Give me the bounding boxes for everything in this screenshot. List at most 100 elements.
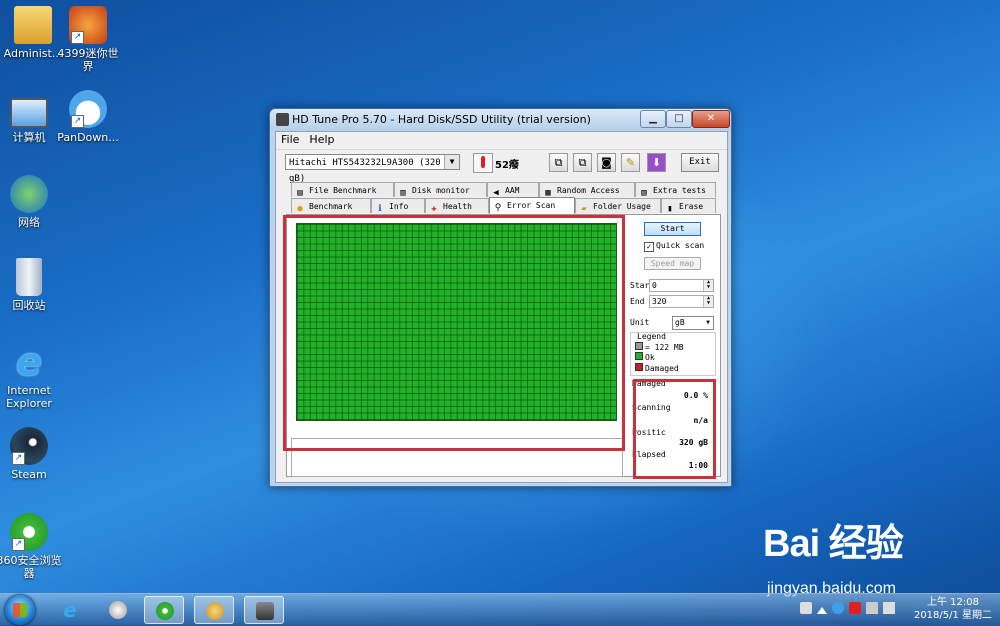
legend-title: Legend <box>637 332 666 341</box>
options-button[interactable]: ✎ <box>621 153 640 172</box>
recycle-bin-icon <box>16 258 42 296</box>
tab-erase[interactable]: ▮ Erase <box>661 198 716 213</box>
desktop-icon-recycle-bin[interactable]: 回收站 <box>0 258 62 312</box>
file-benchmark-icon: ▤ <box>297 188 303 197</box>
tab-info[interactable]: ℹ Info <box>371 198 425 213</box>
desktop-icon-network[interactable]: 网络 <box>0 175 62 229</box>
start-field[interactable]: 0 ▲ ▼ <box>649 279 714 292</box>
tray-360-icon[interactable] <box>849 602 861 614</box>
tab-benchmark[interactable]: ● Benchmark <box>291 198 371 213</box>
unit-select-value: gB <box>675 318 685 327</box>
menu-bar: File Help <box>276 132 727 150</box>
taskbar-360-browser[interactable] <box>144 596 184 624</box>
desktop-icon-pandownload[interactable]: ↗ PanDown... <box>55 90 121 144</box>
desktop-icon-label: 回收站 <box>12 299 46 312</box>
tab-file-benchmark[interactable]: ▤ File Benchmark <box>291 182 394 197</box>
thermometer-icon <box>473 153 493 173</box>
taskbar-clock[interactable]: 上午 12:08 2018/5/1 星期二 <box>912 596 994 622</box>
app-icon <box>276 113 289 126</box>
copy-icon: ⧉ <box>554 156 563 169</box>
magnifier-icon: ⚲ <box>494 203 502 213</box>
copy-info-button[interactable]: ⧉ <box>549 153 568 172</box>
menu-help[interactable]: Help <box>304 132 339 147</box>
taskbar-media[interactable] <box>98 596 138 624</box>
wrench-icon: ✎ <box>625 156 636 169</box>
desktop-icon-label: 4399迷你世界 <box>57 47 119 73</box>
extra-tests-icon: ▧ <box>641 188 647 197</box>
info-icon: ℹ <box>378 204 382 213</box>
legend-row-ok: Ok <box>635 352 655 362</box>
menu-file[interactable]: File <box>276 132 304 147</box>
desktop-icon-label: 网络 <box>18 216 40 229</box>
tab-folder-usage[interactable]: ▰ Folder Usage <box>575 198 661 213</box>
tab-extra-tests[interactable]: ▧ Extra tests <box>635 182 716 197</box>
hd-tune-window[interactable]: HD Tune Pro 5.70 - Hard Disk/SSD Utility… <box>269 108 732 487</box>
tab-error-scan[interactable]: ⚲ Error Scan <box>489 197 575 214</box>
spinner-icon[interactable]: ▲ ▼ <box>703 296 713 307</box>
position-label: Positic <box>632 428 666 437</box>
health-icon: ✚ <box>431 204 437 213</box>
desktop-icon-internet-explorer[interactable]: e Internet Explorer <box>0 343 62 410</box>
error-scan-panel: Start ✓ Quick scan Speed map Star 0 ▲ ▼ End… <box>286 214 721 477</box>
drive-select[interactable]: Hitachi HTS543232L9A300 (320 gB) ▼ <box>285 154 460 184</box>
taskbar-paint[interactable] <box>194 596 234 624</box>
tab-health[interactable]: ✚ Health <box>425 198 489 213</box>
spinner-icon[interactable]: ▲ ▼ <box>703 280 713 291</box>
speed-map-button[interactable]: Speed map <box>644 257 701 270</box>
minimize-button[interactable]: ▁ <box>640 110 666 128</box>
temperature-readout: 52癈 <box>495 160 519 171</box>
chevron-down-icon: ▼ <box>444 155 459 169</box>
screenshot-button[interactable]: ◙ <box>597 153 616 172</box>
taskbar-hd-tune[interactable] <box>244 596 284 624</box>
quick-scan-checkbox[interactable]: ✓ Quick scan <box>644 241 704 252</box>
exit-button[interactable]: Exit <box>681 153 719 172</box>
desktop-icon-steam[interactable]: ↗ Steam <box>0 427 62 481</box>
desktop-icon-4399[interactable]: ↗ 4399迷你世界 <box>55 6 121 73</box>
media-player-icon <box>109 601 127 619</box>
trash-icon: ▮ <box>667 204 673 213</box>
tab-disk-monitor[interactable]: ▥ Disk monitor <box>394 182 487 197</box>
ie-icon: e <box>63 598 77 622</box>
desktop-icon-label: 计算机 <box>12 131 46 144</box>
checkbox-check-icon: ✓ <box>644 242 654 252</box>
clock-date: 2018/5/1 星期二 <box>913 610 993 621</box>
maximize-button[interactable]: □ <box>666 110 692 128</box>
tab-aam[interactable]: ◀ AAM <box>487 182 539 197</box>
scanning-label: Scanning <box>632 403 671 412</box>
legend-row-damaged: Damaged <box>635 363 679 373</box>
close-button[interactable]: ✕ <box>692 110 730 128</box>
tray-expand-icon[interactable] <box>817 607 827 614</box>
keyboard-icon[interactable] <box>800 602 812 614</box>
clock-time: 上午 12:08 <box>927 597 979 608</box>
download-arrow-icon: ⬇ <box>651 156 662 169</box>
benchmark-icon: ● <box>297 204 303 213</box>
chevron-down-icon: ▼ <box>706 319 710 326</box>
damaged-label: Damaged <box>632 379 666 388</box>
start-button[interactable]: Start <box>644 222 701 236</box>
damaged-value: 0.0 % <box>683 391 708 400</box>
legend-box: Legend = 122 MB Ok Damaged <box>630 332 716 376</box>
elapsed-value: 1:00 <box>688 461 708 470</box>
copy-all-button[interactable]: ⧉ <box>573 153 592 172</box>
drive-select-value: Hitachi HTS543232L9A300 (320 gB) <box>289 158 441 184</box>
network-status-icon[interactable] <box>866 602 878 614</box>
user-folder-icon <box>14 6 52 44</box>
desktop-icon-computer[interactable]: 计算机 <box>0 92 62 144</box>
game-icon: ↗ <box>69 6 107 44</box>
start-orb-icon[interactable] <box>5 595 35 625</box>
title-bar[interactable]: HD Tune Pro 5.70 - Hard Disk/SSD Utility… <box>270 109 731 131</box>
save-button[interactable]: ⬇ <box>647 153 666 172</box>
window-title: HD Tune Pro 5.70 - Hard Disk/SSD Utility… <box>292 113 591 126</box>
end-field-value: 320 <box>652 297 667 306</box>
desktop-icon-360-browser[interactable]: ↗ 360安全浏览器 <box>0 513 62 580</box>
toolbar: Hitachi HTS543232L9A300 (320 gB) ▼ 52癈 ⧉… <box>276 150 727 184</box>
end-field[interactable]: 320 ▲ ▼ <box>649 295 714 308</box>
window-client: File Help Hitachi HTS543232L9A300 (320 gB… <box>275 131 728 483</box>
tab-random-access[interactable]: ▦ Random Access <box>539 182 635 197</box>
unit-select[interactable]: gB ▼ <box>672 316 714 330</box>
volume-icon[interactable] <box>883 602 895 614</box>
taskbar-ie[interactable]: e <box>50 596 90 624</box>
desktop-icon-label: Internet Explorer <box>6 384 52 410</box>
tray-app-icon[interactable] <box>832 602 844 614</box>
position-value: 320 gB <box>679 438 708 447</box>
